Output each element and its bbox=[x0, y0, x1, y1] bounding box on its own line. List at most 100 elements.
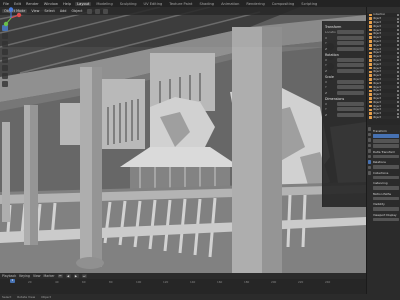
scale-tool-icon[interactable] bbox=[2, 57, 8, 63]
3d-viewport[interactable]: Object Mode View Select Add Object Trans… bbox=[0, 7, 366, 273]
location-z-field[interactable] bbox=[337, 46, 364, 51]
rotation-y-field[interactable] bbox=[337, 63, 364, 67]
menu-render[interactable]: Render bbox=[25, 2, 40, 6]
object-properties-icon[interactable] bbox=[367, 160, 372, 164]
properties-field[interactable] bbox=[373, 186, 399, 190]
visibility-eye-icon[interactable] bbox=[396, 51, 399, 54]
properties-field[interactable] bbox=[373, 196, 399, 200]
proportional-edit-icon[interactable] bbox=[102, 8, 108, 14]
workspace-tab-modeling[interactable]: Modeling bbox=[94, 2, 114, 6]
properties-section-header[interactable]: Transform bbox=[373, 129, 399, 133]
properties-field[interactable] bbox=[373, 139, 399, 143]
visibility-eye-icon[interactable] bbox=[396, 105, 399, 108]
z-axis-handle-icon[interactable] bbox=[8, 7, 14, 12]
location-field[interactable] bbox=[337, 30, 364, 34]
workspace-tab-compositing[interactable]: Compositing bbox=[270, 2, 297, 6]
timeline-view-menu[interactable]: View bbox=[33, 274, 41, 278]
dimensions-x-field[interactable] bbox=[337, 101, 364, 106]
visibility-eye-icon[interactable] bbox=[396, 101, 399, 104]
properties-field[interactable] bbox=[373, 144, 399, 148]
material-properties-icon[interactable] bbox=[367, 171, 372, 175]
visibility-eye-icon[interactable] bbox=[396, 29, 399, 32]
workspace-tab-animation[interactable]: Animation bbox=[219, 2, 241, 6]
properties-field[interactable] bbox=[373, 154, 399, 158]
workspace-tab-layout[interactable]: Layout bbox=[75, 1, 92, 6]
current-frame-indicator[interactable]: 1 bbox=[10, 279, 15, 283]
transform-orientation-icon[interactable] bbox=[86, 8, 92, 14]
modifier-properties-icon[interactable] bbox=[367, 165, 372, 169]
view-layer-properties-icon[interactable] bbox=[367, 143, 372, 147]
scale-z-field[interactable] bbox=[337, 90, 364, 95]
tool-properties-icon[interactable] bbox=[367, 127, 372, 131]
object-menu[interactable]: Object bbox=[70, 9, 83, 13]
rotation-x-field[interactable] bbox=[337, 57, 364, 62]
menu-window[interactable]: Window bbox=[43, 2, 59, 6]
move-tool-icon[interactable] bbox=[2, 41, 8, 47]
workspace-tab-shading[interactable]: Shading bbox=[197, 2, 216, 6]
outliner-row[interactable]: Object bbox=[367, 115, 400, 120]
workspace-tab-rendering[interactable]: Rendering bbox=[244, 2, 266, 6]
keying-menu[interactable]: Keying bbox=[19, 274, 30, 278]
properties-section-header[interactable]: Delta Transform bbox=[373, 150, 399, 154]
play-icon[interactable]: ▶ bbox=[73, 274, 79, 278]
visibility-eye-icon[interactable] bbox=[396, 48, 399, 51]
visibility-eye-icon[interactable] bbox=[396, 36, 399, 39]
visibility-eye-icon[interactable] bbox=[396, 40, 399, 43]
workspace-tab-uv-editing[interactable]: UV Editing bbox=[142, 2, 165, 6]
visibility-eye-icon[interactable] bbox=[396, 55, 399, 58]
properties-section-header[interactable]: Collections bbox=[373, 171, 399, 175]
view-menu[interactable]: View bbox=[30, 9, 40, 13]
dimensions-y-field[interactable] bbox=[337, 107, 364, 111]
properties-section-header[interactable]: Motion Paths bbox=[373, 192, 399, 196]
properties-section-header[interactable]: Relations bbox=[373, 160, 399, 164]
properties-field[interactable] bbox=[373, 134, 399, 138]
render-properties-icon[interactable] bbox=[367, 132, 372, 136]
playback-menu[interactable]: Playback bbox=[2, 274, 16, 278]
visibility-eye-icon[interactable] bbox=[396, 78, 399, 81]
properties-field[interactable] bbox=[373, 175, 399, 179]
visibility-eye-icon[interactable] bbox=[396, 89, 399, 92]
transform-tool-icon[interactable] bbox=[2, 65, 8, 71]
navigation-gizmo[interactable] bbox=[0, 7, 22, 29]
properties-field[interactable] bbox=[373, 217, 399, 221]
visibility-eye-icon[interactable] bbox=[396, 97, 399, 100]
add-menu[interactable]: Add bbox=[59, 9, 68, 13]
workspace-tab-texture-paint[interactable]: Texture Paint bbox=[167, 2, 194, 6]
visibility-eye-icon[interactable] bbox=[396, 112, 399, 115]
rotate-tool-icon[interactable] bbox=[2, 49, 8, 55]
menu-edit[interactable]: Edit bbox=[13, 2, 22, 6]
menu-help[interactable]: Help bbox=[62, 2, 72, 6]
visibility-eye-icon[interactable] bbox=[396, 25, 399, 28]
properties-section-header[interactable]: Instancing bbox=[373, 181, 399, 185]
workspace-tab-sculpting[interactable]: Sculpting bbox=[118, 2, 139, 6]
visibility-eye-icon[interactable] bbox=[396, 116, 399, 119]
scale-y-field[interactable] bbox=[337, 85, 364, 89]
x-axis-handle-icon[interactable] bbox=[16, 12, 22, 18]
menu-file[interactable]: File bbox=[2, 2, 10, 6]
cursor-tool-icon[interactable] bbox=[2, 33, 8, 39]
workspace-tab-scripting[interactable]: Scripting bbox=[299, 2, 319, 6]
properties-field[interactable] bbox=[373, 165, 399, 169]
jump-start-icon[interactable]: ⏮ bbox=[57, 274, 63, 278]
visibility-eye-icon[interactable] bbox=[396, 44, 399, 47]
jump-end-icon[interactable]: ⏭ bbox=[81, 274, 87, 278]
visibility-eye-icon[interactable] bbox=[396, 59, 399, 62]
measure-tool-icon[interactable] bbox=[2, 81, 8, 87]
dimensions-z-field[interactable] bbox=[337, 112, 364, 117]
visibility-eye-icon[interactable] bbox=[396, 108, 399, 111]
scale-x-field[interactable] bbox=[337, 79, 364, 84]
scene-properties-icon[interactable] bbox=[367, 149, 372, 153]
snap-icon[interactable] bbox=[94, 8, 100, 14]
visibility-eye-icon[interactable] bbox=[396, 70, 399, 73]
select-menu[interactable]: Select bbox=[43, 9, 55, 13]
properties-section-header[interactable]: Visibility bbox=[373, 202, 399, 206]
marker-menu[interactable]: Marker bbox=[44, 274, 55, 278]
visibility-eye-icon[interactable] bbox=[396, 17, 399, 20]
properties-field[interactable] bbox=[373, 207, 399, 211]
visibility-eye-icon[interactable] bbox=[396, 86, 399, 89]
visibility-eye-icon[interactable] bbox=[396, 13, 399, 16]
timeline-ruler[interactable]: 1 20 40 60 80 100 120 140 160 180 200 22… bbox=[0, 279, 366, 294]
location-y-field[interactable] bbox=[337, 41, 364, 45]
visibility-eye-icon[interactable] bbox=[396, 82, 399, 85]
world-properties-icon[interactable] bbox=[367, 154, 372, 158]
